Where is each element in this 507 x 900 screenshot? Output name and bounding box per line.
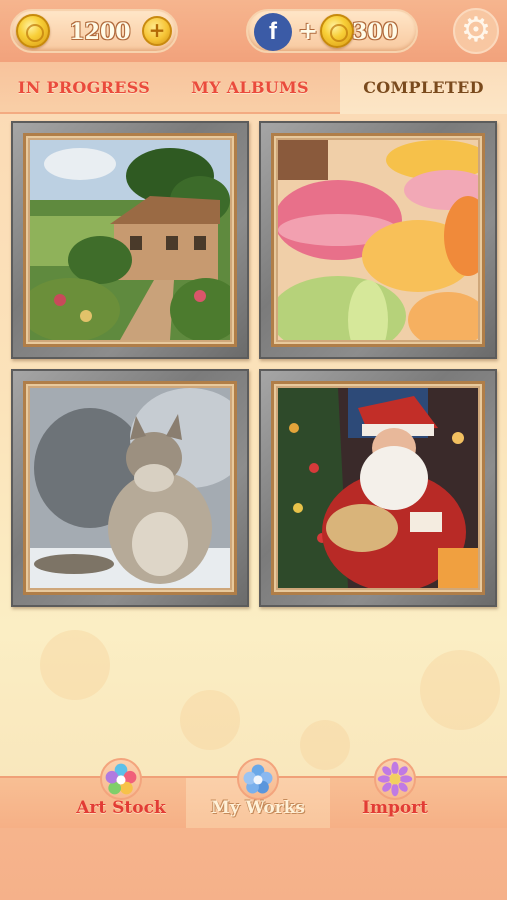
picture-mat bbox=[271, 133, 485, 347]
picture-mat bbox=[271, 381, 485, 595]
cottage-painting bbox=[30, 140, 230, 340]
coin-icon bbox=[16, 14, 50, 48]
coin-icon bbox=[320, 14, 354, 48]
tab-completed[interactable]: COMPLETED bbox=[340, 62, 507, 114]
background-flower bbox=[40, 630, 110, 700]
coin-balance: 1200 bbox=[69, 19, 131, 45]
coin-balance-pill: 1200 + bbox=[10, 9, 178, 53]
background-flower bbox=[300, 720, 350, 770]
gallery-item-cat[interactable] bbox=[11, 369, 249, 607]
flower-icon bbox=[100, 758, 142, 800]
macarons-painting bbox=[278, 140, 478, 340]
nav-my-works[interactable]: My Works bbox=[186, 758, 330, 830]
background-flower bbox=[180, 690, 240, 750]
gallery-item-santa[interactable] bbox=[259, 369, 497, 607]
facebook-reward-button[interactable]: f + 300 bbox=[246, 9, 418, 53]
background-flower bbox=[420, 650, 500, 730]
tab-my-albums[interactable]: MY ALBUMS bbox=[180, 62, 320, 114]
nav-import-label: Import bbox=[362, 798, 428, 818]
nav-my-works-label: My Works bbox=[211, 798, 305, 818]
facebook-plus-sign: + bbox=[298, 17, 319, 45]
settings-button[interactable]: ⚙ bbox=[453, 8, 499, 54]
footer-band bbox=[0, 828, 507, 900]
bottom-navigation: Art Stock My Works Import bbox=[0, 758, 507, 830]
santa-claus-painting bbox=[278, 388, 478, 588]
facebook-reward-amount: 300 bbox=[352, 19, 398, 45]
nav-art-stock[interactable]: Art Stock bbox=[58, 758, 184, 830]
gallery-item-macarons[interactable] bbox=[259, 121, 497, 359]
gear-icon: ⚙ bbox=[460, 10, 492, 50]
nav-art-stock-label: Art Stock bbox=[76, 798, 166, 818]
gallery-item-cottage[interactable] bbox=[11, 121, 249, 359]
tab-bar: IN PROGRESS MY ALBUMS COMPLETED bbox=[0, 62, 507, 114]
folder-flower-icon bbox=[237, 758, 279, 800]
facebook-icon: f bbox=[254, 13, 292, 51]
add-coins-button[interactable]: + bbox=[142, 16, 172, 46]
top-bar: 1200 + f + 300 ⚙ bbox=[0, 0, 507, 62]
cat-painting bbox=[30, 388, 230, 588]
sunflower-icon bbox=[374, 758, 416, 800]
picture-mat bbox=[23, 133, 237, 347]
tab-in-progress[interactable]: IN PROGRESS bbox=[6, 62, 162, 114]
nav-import[interactable]: Import bbox=[330, 758, 460, 830]
picture-mat bbox=[23, 381, 237, 595]
